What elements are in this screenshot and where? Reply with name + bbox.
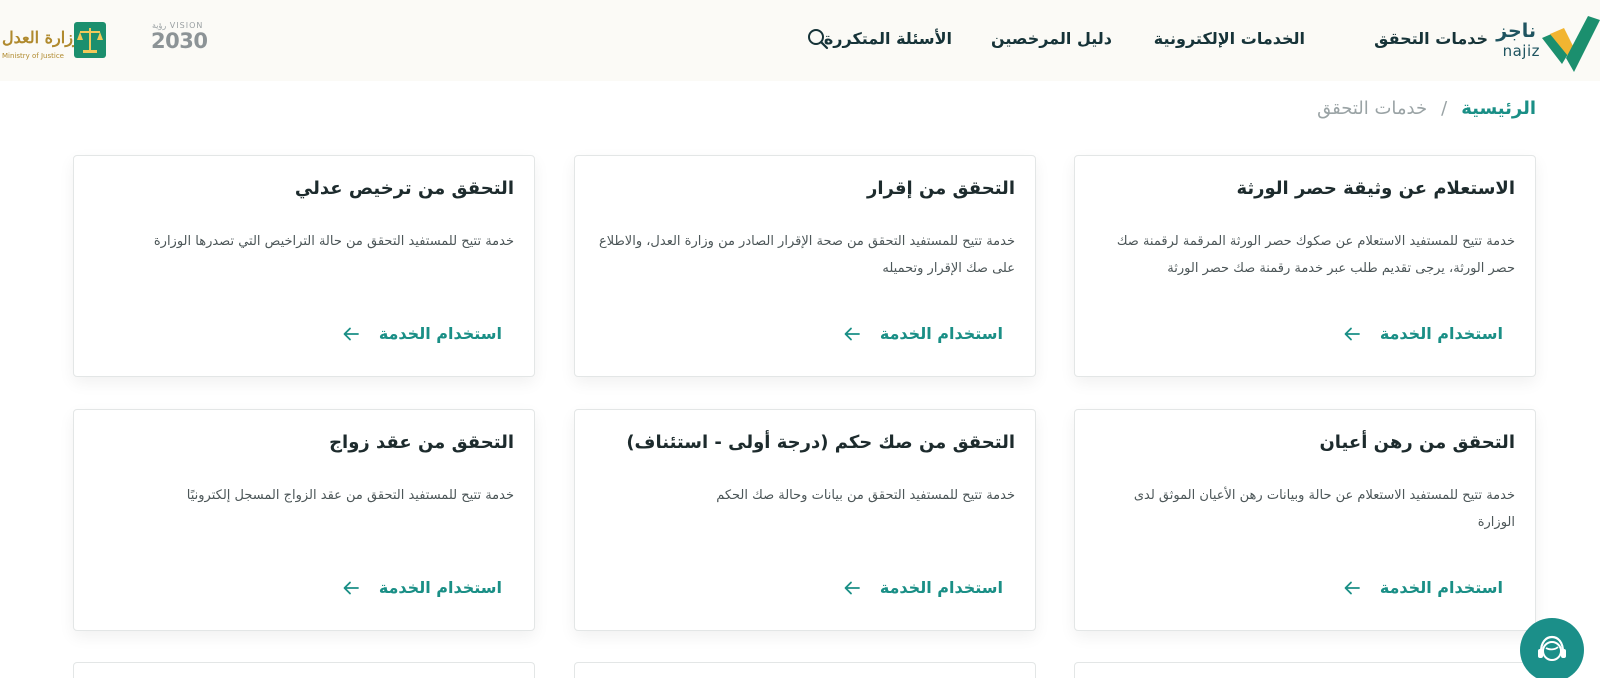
use-service-button[interactable]: استخدام الخدمة: [844, 324, 1003, 343]
card-title: التحقق من رهن أعيان: [1319, 432, 1515, 453]
use-service-button[interactable]: استخدام الخدمة: [343, 578, 502, 597]
top-header: ناجز najiz خدمات التحقق الخدمات الإلكترو…: [0, 0, 1600, 81]
najiz-logo-arabic: ناجز: [1496, 20, 1536, 42]
card-title: التحقق من إقرار: [867, 178, 1015, 199]
card-description: خدمة تتيح للمستفيد التحقق من صحة الإقرار…: [598, 234, 1015, 276]
card-description: خدمة تتيح للمستفيد التحقق من حالة التراخ…: [153, 234, 514, 249]
service-card-marriage-contract[interactable]: التحقق من عقد زواج خدمة تتيح للمستفيد ال…: [73, 409, 535, 631]
najiz-check-icon: [1542, 16, 1600, 72]
support-agent-icon: [1538, 635, 1566, 661]
use-service-button[interactable]: استخدام الخدمة: [844, 578, 1003, 597]
card-description: خدمة تتيح للمستفيد التحقق من بيانات وحال…: [716, 488, 1015, 503]
nav-faq[interactable]: الأسئلة المتكررة: [824, 29, 952, 48]
service-card-partial[interactable]: [1074, 662, 1536, 678]
scales-emblem-icon: [74, 22, 106, 58]
card-title: التحقق من ترخيص عدلي: [294, 178, 514, 199]
service-card-judicial-license[interactable]: التحقق من ترخيص عدلي خدمة تتيح للمستفيد …: [73, 155, 535, 377]
arrow-left-icon: [844, 581, 860, 594]
arrow-left-icon: [1344, 327, 1360, 340]
use-service-label: استخدام الخدمة: [1379, 324, 1503, 343]
card-title: التحقق من صك حكم (درجة أولى - استئناف): [626, 432, 1015, 453]
use-service-label: استخدام الخدمة: [879, 324, 1003, 343]
use-service-label: استخدام الخدمة: [879, 578, 1003, 597]
nav-verification-services[interactable]: خدمات التحقق: [1374, 29, 1488, 48]
breadcrumb-separator: /: [1441, 98, 1448, 119]
ministry-logo-arabic: وزارة العدل: [2, 28, 81, 47]
card-description: خدمة تتيح للمستفيد الاستعلام عن صكوك حصر…: [1116, 234, 1515, 276]
service-card-acknowledgment[interactable]: التحقق من إقرار خدمة تتيح للمستفيد التحق…: [574, 155, 1036, 377]
service-card-judgment-deed[interactable]: التحقق من صك حكم (درجة أولى - استئناف) خ…: [574, 409, 1036, 631]
use-service-label: استخدام الخدمة: [378, 324, 502, 343]
arrow-left-icon: [844, 327, 860, 340]
breadcrumb-home[interactable]: الرئيسية: [1461, 98, 1536, 119]
use-service-button[interactable]: استخدام الخدمة: [1344, 578, 1503, 597]
breadcrumb: الرئيسية / خدمات التحقق: [1317, 98, 1536, 119]
card-description: خدمة تتيح للمستفيد التحقق من عقد الزواج …: [186, 488, 514, 503]
use-service-button[interactable]: استخدام الخدمة: [1344, 324, 1503, 343]
card-title: الاستعلام عن وثيقة حصر الورثة: [1236, 178, 1515, 199]
vision-2030-logo: VISION رؤية 2030: [150, 18, 212, 64]
support-chat-button[interactable]: [1520, 618, 1584, 678]
search-icon[interactable]: [806, 27, 830, 51]
use-service-label: استخدام الخدمة: [378, 578, 502, 597]
card-title: التحقق من عقد زواج: [329, 432, 514, 453]
nav-e-services[interactable]: الخدمات الإلكترونية: [1154, 29, 1305, 48]
service-card-asset-mortgage[interactable]: التحقق من رهن أعيان خدمة تتيح للمستفيد ا…: [1074, 409, 1536, 631]
najiz-logo-latin: najiz: [1502, 42, 1540, 60]
breadcrumb-current: خدمات التحقق: [1317, 98, 1428, 119]
ministry-logo-english: Ministry of Justice: [2, 52, 64, 60]
nav-licensees-guide[interactable]: دليل المرخصين: [991, 29, 1112, 48]
najiz-logo[interactable]: ناجز najiz: [1496, 6, 1600, 72]
use-service-label: استخدام الخدمة: [1379, 578, 1503, 597]
arrow-left-icon: [343, 327, 359, 340]
use-service-button[interactable]: استخدام الخدمة: [343, 324, 502, 343]
ministry-of-justice-logo: وزارة العدل Ministry of Justice: [0, 18, 110, 64]
service-card-partial[interactable]: [574, 662, 1036, 678]
service-card-heirs-document[interactable]: الاستعلام عن وثيقة حصر الورثة خدمة تتيح …: [1074, 155, 1536, 377]
vision-logo-number: 2030: [151, 29, 208, 53]
arrow-left-icon: [1344, 581, 1360, 594]
service-card-partial[interactable]: [73, 662, 535, 678]
card-description: خدمة تتيح للمستفيد الاستعلام عن حالة وبي…: [1133, 488, 1515, 530]
arrow-left-icon: [343, 581, 359, 594]
